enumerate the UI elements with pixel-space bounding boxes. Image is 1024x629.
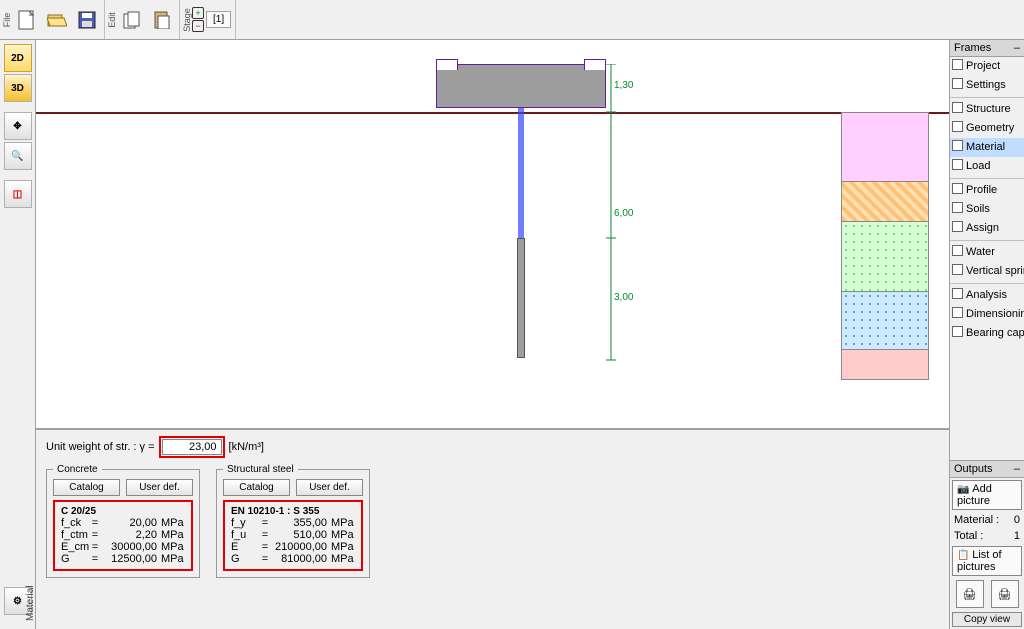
soil-layer-1 [841,112,929,182]
steel-fieldset: Structural steel Catalog User def. EN 10… [216,464,370,578]
concrete-title: C 20/25 [61,506,185,517]
print-button-2[interactable]: 🖨 [991,580,1019,608]
frame-item-settings[interactable]: Settings [950,76,1024,95]
view-2d-button[interactable]: 2D [4,44,32,72]
file-group-label: File [2,12,12,27]
frames-header: Frames– [950,40,1024,57]
frame-item-profile[interactable]: Profile [950,181,1024,200]
frame-item-water[interactable]: Water [950,243,1024,262]
steel-title: EN 10210-1 : S 355 [231,506,355,517]
concrete-legend: Concrete [53,464,102,475]
frame-item-bearing[interactable]: Bearing cap. [950,324,1024,343]
new-file-button[interactable] [13,4,41,36]
concrete-fieldset: Concrete Catalog User def. C 20/25 f_ck=… [46,464,200,578]
frame-item-vsprings[interactable]: Vertical springs [950,262,1024,281]
steel-legend: Structural steel [223,464,298,475]
remove-stage-button[interactable]: − [192,20,204,32]
concrete-data-box: C 20/25 f_ck=20,00MPa f_ctm=2,20MPa E_cm… [53,500,193,571]
open-file-button[interactable] [43,4,71,36]
fit-view-button[interactable]: ◫ [4,180,32,208]
top-toolbar: File Edit Stage + − [1] [0,0,1024,40]
unit-weight-input[interactable] [162,439,222,455]
collapse-icon[interactable]: – [1014,42,1020,54]
soil-layer-2 [841,182,929,222]
frame-item-geometry[interactable]: Geometry [950,119,1024,138]
edit-group-label: Edit [107,12,117,28]
steel-userdef-button[interactable]: User def. [296,479,363,496]
frames-list: Project Settings Structure Geometry Mate… [950,57,1024,343]
unit-weight-label: Unit weight of str. : γ = [46,441,155,453]
material-count-value: 0 [1014,514,1020,526]
outputs-header: Outputs– [950,461,1024,478]
soil-column [841,112,929,380]
soil-layer-5 [841,350,929,380]
view-3d-button[interactable]: 3D [4,74,32,102]
frame-item-material[interactable]: Material [950,138,1024,157]
dim-label-1: 1,30 [614,80,633,91]
soil-layer-3 [841,222,929,292]
save-file-button[interactable] [73,4,101,36]
frame-item-dimensioning[interactable]: Dimensioning [950,305,1024,324]
steel-data-box: EN 10210-1 : S 355 f_y=355,00MPa f_u=510… [223,500,363,571]
left-toolbar: 2D 3D ✥ 🔍 ◫ ⚙ [0,40,36,629]
list-pictures-button[interactable]: 📋 List of pictures [952,546,1022,576]
concrete-userdef-button[interactable]: User def. [126,479,193,496]
paste-button[interactable] [148,4,176,36]
bottom-tab-label: Material [25,585,36,621]
frame-item-assign[interactable]: Assign [950,219,1024,238]
ground-line [36,112,949,114]
material-count-label: Material : [954,514,999,526]
right-panel: Frames– Project Settings Structure Geome… [949,40,1024,629]
total-count-value: 1 [1014,530,1020,542]
soil-layer-4 [841,292,929,350]
pile-lower [517,238,525,358]
footing-shape [436,64,606,108]
frame-item-analysis[interactable]: Analysis [950,286,1024,305]
pile-upper [518,108,524,238]
concrete-catalog-button[interactable]: Catalog [53,479,120,496]
pan-button[interactable]: ✥ [4,112,32,140]
stage-group-label: Stage [182,8,192,32]
add-stage-button[interactable]: + [192,7,204,19]
frame-item-structure[interactable]: Structure [950,100,1024,119]
unit-weight-unit: [kN/m³] [229,441,264,453]
total-count-label: Total : [954,530,983,542]
add-picture-button[interactable]: 📷 Add picture [952,480,1022,510]
dim-label-2: 6,00 [614,208,633,219]
print-button-1[interactable]: 🖨 [956,580,984,608]
dim-label-3: 3,00 [614,292,633,303]
copy-view-button[interactable]: Copy view [952,612,1022,627]
steel-catalog-button[interactable]: Catalog [223,479,290,496]
zoom-button[interactable]: 🔍 [4,142,32,170]
stage-indicator[interactable]: [1] [206,11,231,28]
frame-item-project[interactable]: Project [950,57,1024,76]
drawing-canvas[interactable]: 1,30 6,00 3,00 [36,40,949,429]
outputs-section: Outputs– 📷 Add picture Material : 0 Total… [950,460,1024,629]
copy-button[interactable] [118,4,146,36]
frame-item-soils[interactable]: Soils [950,200,1024,219]
material-input-panel: Material Unit weight of str. : γ = [kN/m… [36,429,949,629]
frame-item-load[interactable]: Load [950,157,1024,176]
collapse-icon[interactable]: – [1014,463,1020,475]
